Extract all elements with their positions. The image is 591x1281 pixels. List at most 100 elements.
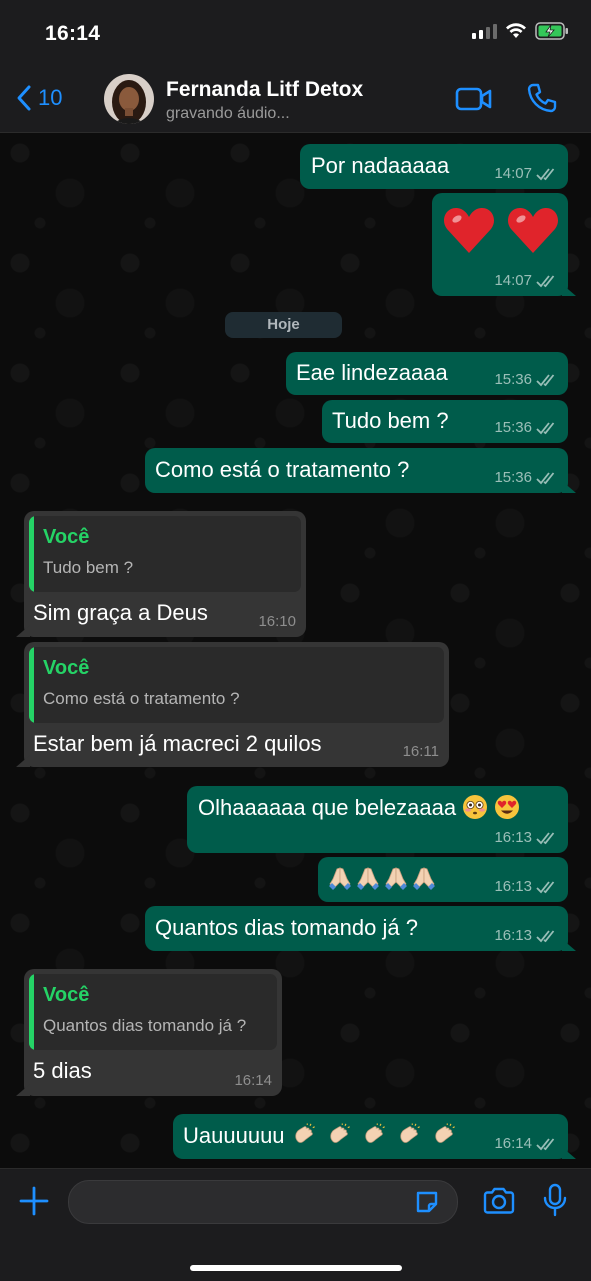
message-time: 16:14 <box>494 1135 532 1152</box>
message-text: Eae lindezaaaa <box>296 360 448 385</box>
chat-area[interactable]: Por nadaaaaa 14:07 14:07 Hoje Eae lindez… <box>0 133 591 1168</box>
message-bubble[interactable]: Você Como está o tratamento ? Estar bem … <box>16 642 449 767</box>
folded-hands-emoji-icon <box>385 867 407 890</box>
message-time: 16:11 <box>402 743 439 760</box>
message-text: Tudo bem ? <box>332 408 449 433</box>
message-meta: 16:10 <box>258 613 296 630</box>
avatar[interactable] <box>104 74 154 124</box>
message-meta: 16:13 <box>494 829 558 846</box>
message-text: Quantos dias tomando já ? <box>155 915 418 940</box>
message-bubble[interactable]: 14:07 <box>432 193 576 296</box>
message-time: 16:13 <box>494 927 532 944</box>
microphone-icon[interactable] <box>543 1183 567 1217</box>
message-bubble[interactable]: Você Quantos dias tomando já ? 5 dias 16… <box>16 969 282 1096</box>
message-meta: 16:13 <box>494 878 558 895</box>
quote-text: Como está o tratamento ? <box>43 689 240 708</box>
message-bubble[interactable]: 16:13 <box>318 857 568 902</box>
unread-count[interactable]: 10 <box>38 85 62 111</box>
plus-icon[interactable] <box>18 1185 50 1217</box>
message-time: 14:07 <box>494 165 532 182</box>
back-button[interactable]: 10 <box>16 84 62 112</box>
message-bubble[interactable]: Por nadaaaaa 14:07 <box>300 144 568 189</box>
read-receipt-icon <box>536 471 555 484</box>
day-separator: Hoje <box>225 312 342 338</box>
message-bubble[interactable]: Uauuuuuu 16:14 <box>173 1114 576 1159</box>
clapping-hands-emoji-icon <box>400 1123 420 1143</box>
message-text: Olhaaaaaa que belezaaaa <box>198 794 520 821</box>
quote-text: Tudo bem ? <box>43 558 134 577</box>
clapping-hands-emoji-icon <box>365 1123 385 1143</box>
message-text: Sim graça a Deus <box>33 600 208 625</box>
camera-icon[interactable] <box>482 1187 516 1215</box>
message-bubble[interactable]: Eae lindezaaaa 15:36 <box>286 352 568 395</box>
quoted-message[interactable]: Você Como está o tratamento ? <box>29 647 444 723</box>
message-text: Estar bem já macreci 2 quilos <box>33 731 322 756</box>
message-meta: 15:36 <box>494 419 558 436</box>
message-time: 14:07 <box>494 272 532 289</box>
heart-icon <box>443 207 495 253</box>
read-receipt-icon <box>536 880 555 893</box>
message-meta: 15:36 <box>494 371 558 388</box>
status-icons <box>472 22 569 40</box>
message-time: 16:13 <box>494 878 532 895</box>
read-receipt-icon <box>536 373 555 386</box>
folded-hands-emoji-icon <box>413 867 435 890</box>
message-time: 15:36 <box>494 469 532 486</box>
message-bubble[interactable]: Quantos dias tomando já ? 16:13 <box>145 906 576 951</box>
quoted-message[interactable]: Você Quantos dias tomando já ? <box>29 974 277 1050</box>
clapping-hands-emoji-icon <box>435 1123 456 1143</box>
battery-charging-icon <box>535 22 568 40</box>
heart-icon <box>508 207 559 253</box>
message-time: 16:13 <box>494 829 532 846</box>
pray-emoji-group <box>327 865 439 891</box>
message-meta: 16:13 <box>494 927 558 944</box>
folded-hands-emoji-icon <box>329 867 351 890</box>
quote-author: Você <box>43 984 90 1006</box>
message-bubble[interactable]: Como está o tratamento ? 15:36 <box>145 448 576 493</box>
message-meta: 14:07 <box>494 165 558 182</box>
folded-hands-emoji-icon <box>357 867 379 890</box>
read-receipt-icon <box>536 831 555 844</box>
clapping-hands-emoji-icon <box>295 1123 315 1143</box>
message-time: 16:10 <box>258 613 296 630</box>
quote-author: Você <box>43 526 90 548</box>
message-meta: 15:36 <box>494 469 558 486</box>
message-bubble[interactable]: Olhaaaaaa que belezaaaa 16:13 <box>187 786 568 853</box>
message-meta: 14:07 <box>494 272 558 289</box>
back-chevron-icon <box>17 85 31 111</box>
video-call-icon[interactable] <box>455 86 493 112</box>
quoted-message[interactable]: Você Tudo bem ? <box>29 516 301 592</box>
message-text: 5 dias <box>33 1058 92 1083</box>
flushed-face-emoji-icon <box>463 795 488 819</box>
read-receipt-icon <box>536 421 555 434</box>
wifi-icon <box>506 23 526 38</box>
hearts-emoji <box>442 205 560 260</box>
phone-icon[interactable] <box>526 82 558 114</box>
status-bar: 16:14 <box>0 0 591 70</box>
read-receipt-icon <box>536 1137 555 1150</box>
composer-bar <box>0 1168 591 1281</box>
message-bubble[interactable]: Tudo bem ? 15:36 <box>322 400 568 443</box>
quote-text: Quantos dias tomando já ? <box>43 1016 247 1035</box>
message-bubble[interactable]: Você Tudo bem ? Sim graça a Deus 16:10 <box>16 511 306 637</box>
message-meta: 16:14 <box>234 1072 272 1089</box>
sticker-icon[interactable] <box>414 1189 440 1215</box>
read-receipt-icon <box>536 274 555 287</box>
message-input[interactable] <box>68 1180 458 1224</box>
clapping-hands-emoji-icon <box>330 1123 350 1143</box>
contact-name[interactable]: Fernanda Litf Detox <box>166 78 363 102</box>
message-meta: 16:14 <box>494 1135 558 1152</box>
message-text-content: Olhaaaaaa que belezaaaa <box>198 795 457 820</box>
chat-header: 10 Fernanda Litf Detox gravando áudio... <box>0 70 591 133</box>
quote-author: Você <box>43 657 90 679</box>
message-time: 16:14 <box>234 1072 272 1089</box>
message-time: 15:36 <box>494 371 532 388</box>
message-text: Uauuuuuu <box>183 1123 460 1149</box>
read-receipt-icon <box>536 929 555 942</box>
status-time: 16:14 <box>45 22 101 45</box>
signal-icon <box>472 23 497 39</box>
home-indicator <box>190 1265 402 1271</box>
read-receipt-icon <box>536 167 555 180</box>
message-meta: 16:11 <box>403 743 439 760</box>
message-text-content: Uauuuuuu <box>183 1123 285 1148</box>
